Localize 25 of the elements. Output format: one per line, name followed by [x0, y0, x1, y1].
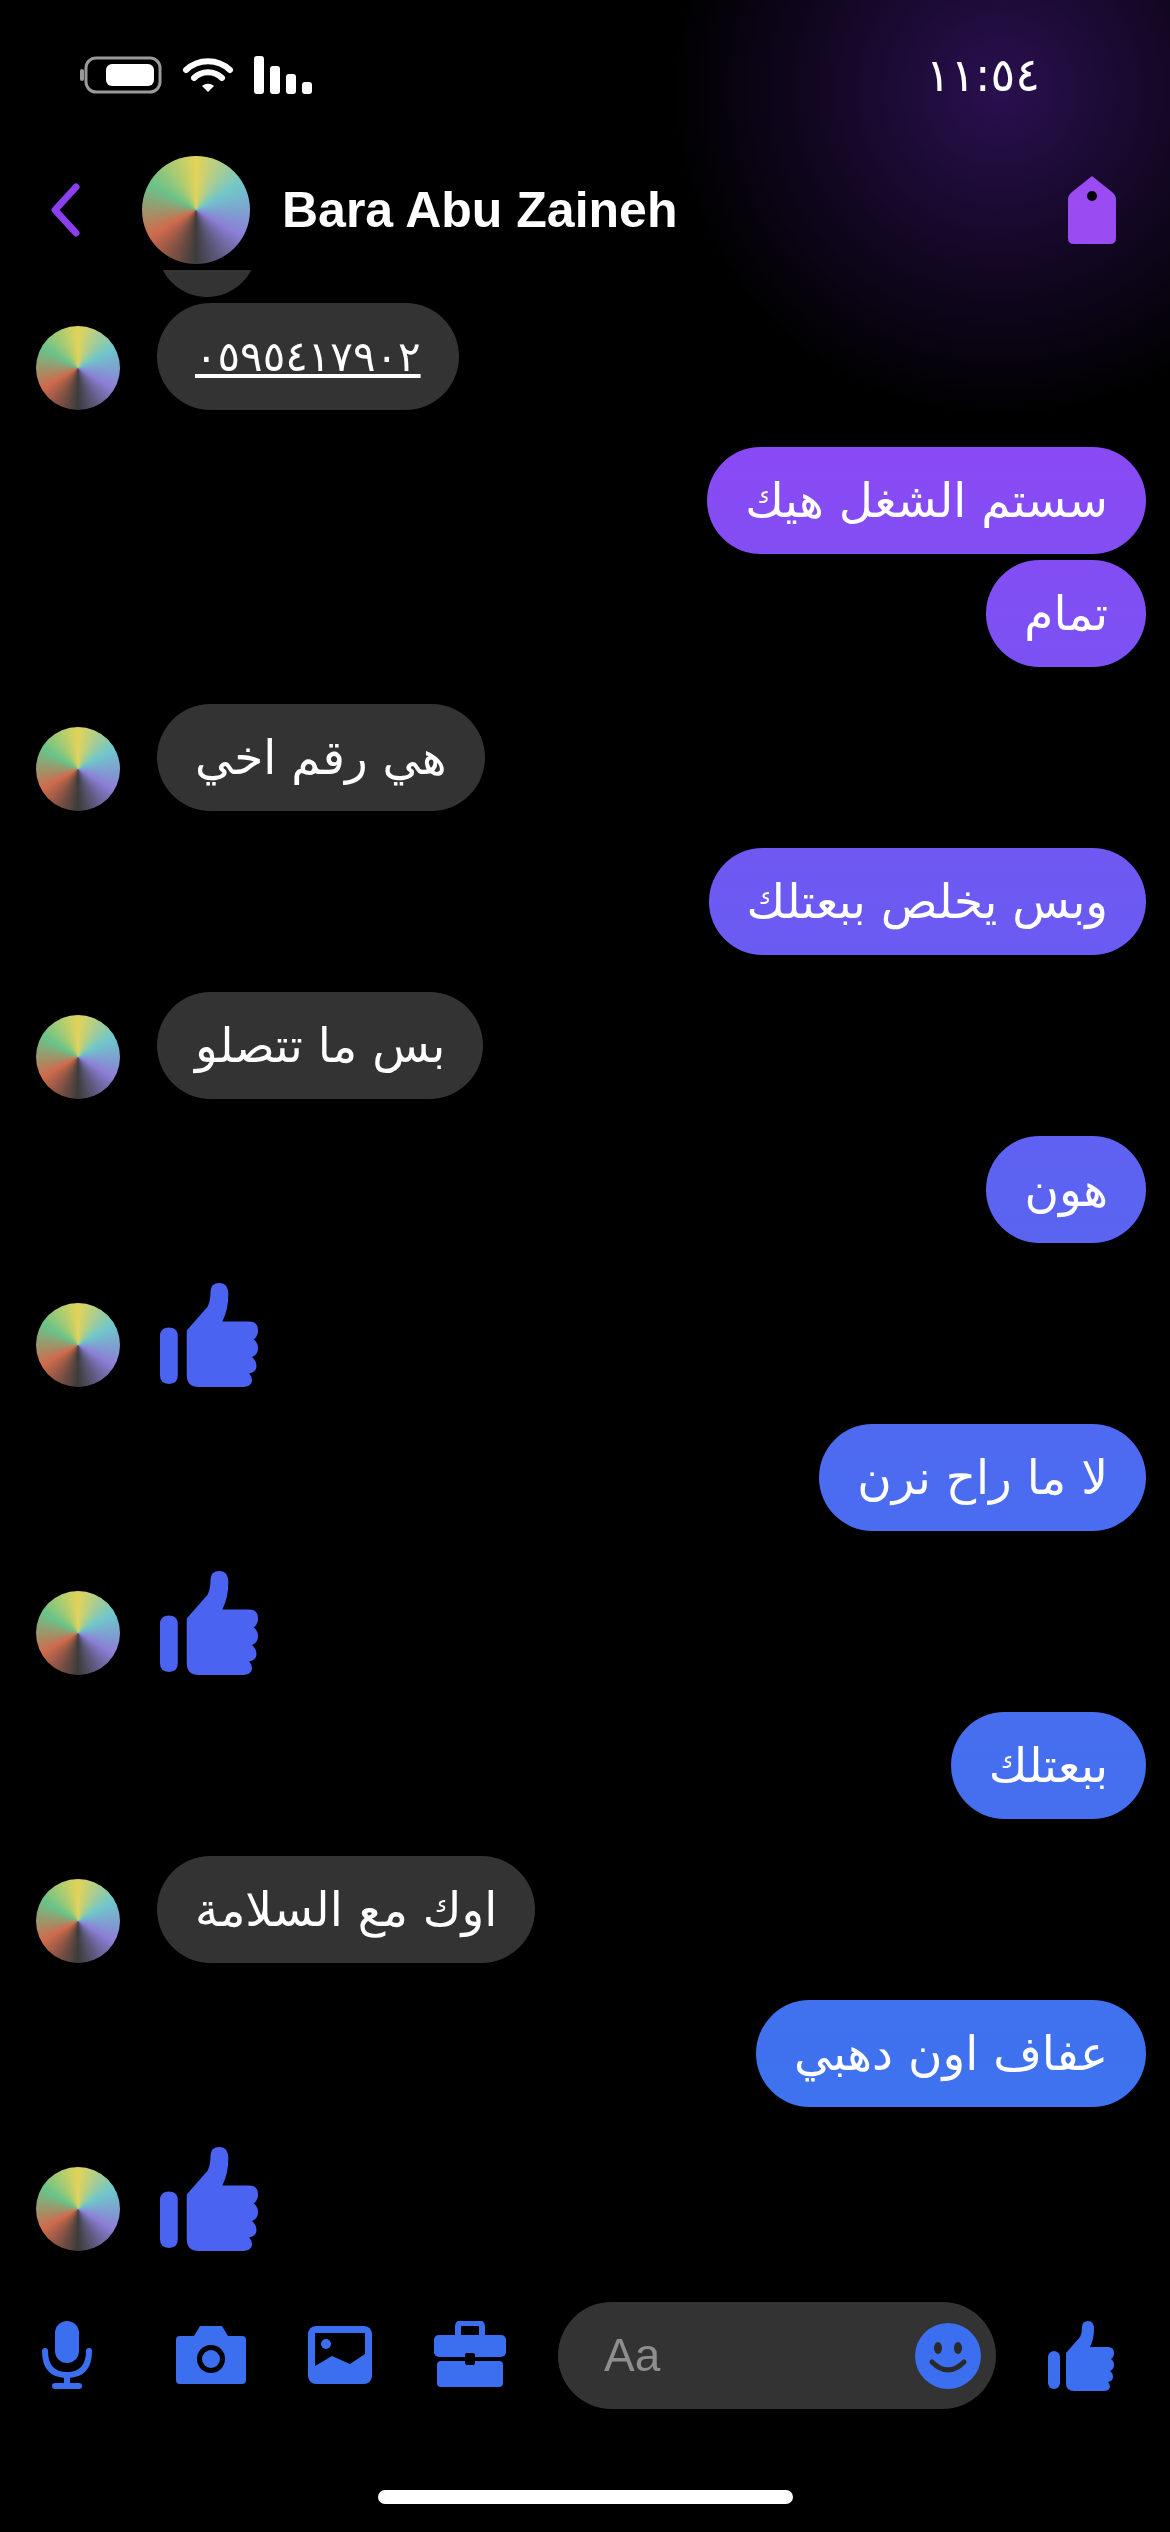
message-input[interactable]: Aa [558, 2301, 996, 2409]
battery-icon [80, 56, 162, 94]
wifi-icon [182, 56, 234, 94]
back-icon[interactable] [50, 183, 80, 237]
signal-icon [254, 56, 314, 94]
message-bubble[interactable]: تمام [986, 560, 1146, 667]
message-bubble[interactable]: عفاف اون دهبي [755, 2000, 1146, 2107]
camera-icon[interactable] [174, 2324, 248, 2386]
thumbs-up-icon[interactable] [1046, 2319, 1116, 2391]
microphone-icon[interactable] [40, 2319, 94, 2391]
message-bubble[interactable]: ببعتلك [950, 1712, 1146, 1819]
message-bubble[interactable]: وبس يخلص ببعتلك [708, 848, 1146, 955]
phone-link[interactable]: ٠٥٩٥٤١٧٩٠٢ [195, 332, 421, 381]
message-bubble[interactable]: بس ما تتصلو [157, 992, 484, 1099]
message-bubble[interactable]: لا ما راح نرن [819, 1424, 1146, 1531]
status-time: ١١:٥٤ [925, 48, 1040, 102]
message-bubble[interactable]: سستم الشغل هيك [707, 447, 1146, 554]
briefcase-icon[interactable] [432, 2321, 508, 2389]
emoji-icon[interactable] [914, 2321, 982, 2390]
message-bubble[interactable]: هي رقم اخي [157, 704, 485, 811]
message-bubble[interactable]: اوك مع السلامة [157, 1856, 536, 1963]
message-bubble[interactable]: هون [986, 1136, 1146, 1243]
contact-name[interactable]: Bara Abu Zaineh [282, 181, 1064, 239]
image-icon[interactable] [306, 2324, 374, 2386]
message-bubble[interactable]: ٠٥٩٥٤١٧٩٠٢ [157, 303, 459, 410]
